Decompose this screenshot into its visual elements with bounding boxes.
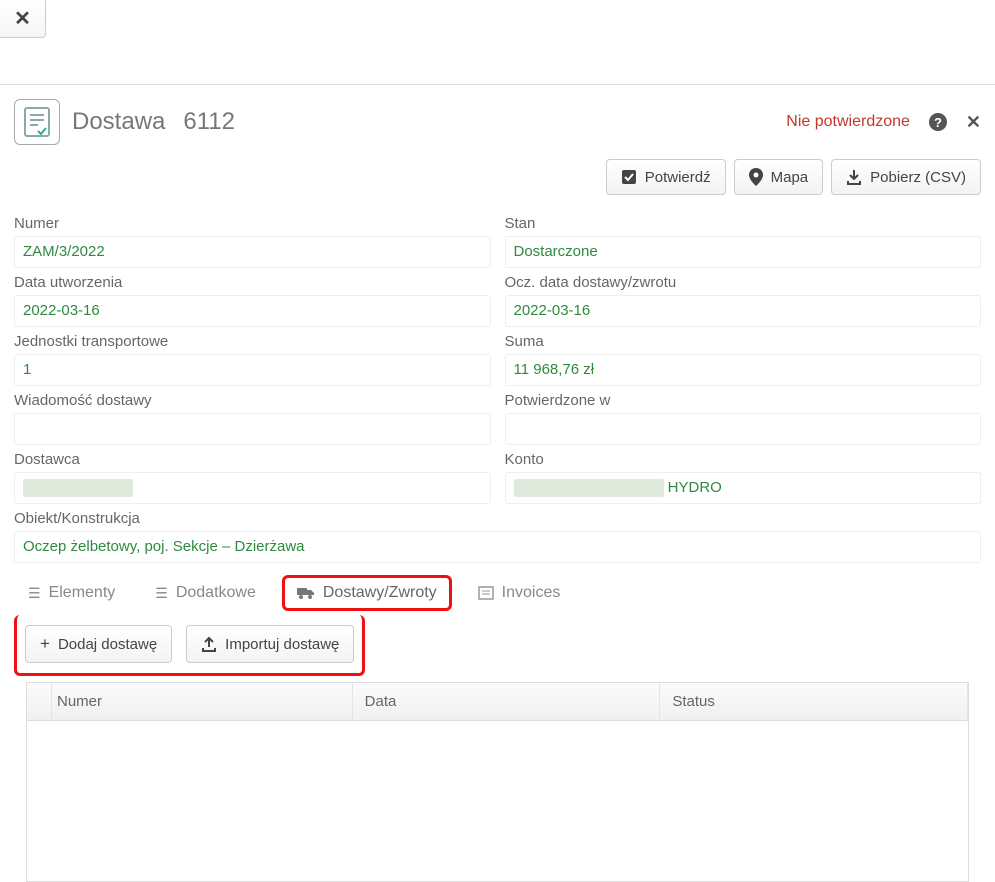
map-button[interactable]: Mapa [734, 159, 824, 195]
check-icon [621, 169, 637, 185]
panel-close-icon[interactable]: ✕ [966, 112, 981, 133]
truck-icon [297, 586, 315, 600]
close-icon: ✕ [14, 6, 31, 31]
confirm-button[interactable]: Potwierdź [606, 159, 726, 195]
page-title: Dostawa [72, 108, 165, 136]
confirm-button-label: Potwierdź [645, 169, 711, 186]
jednostki-label: Jednostki transportowe [14, 329, 491, 354]
map-pin-icon [749, 168, 763, 186]
table-body-empty [27, 721, 968, 881]
obiekt-value[interactable]: Oczep żelbetowy, poj. Sekcje – Dzierżawa [14, 531, 981, 563]
numer-value[interactable]: ZAM/3/2022 [14, 236, 491, 268]
suma-value[interactable]: 11 968,76 zł [505, 354, 982, 386]
delivery-panel: Dostawa 6112 Nie potwierdzone ? ✕ Potwie… [0, 84, 995, 882]
ocz-label: Ocz. data dostawy/zwrotu [505, 270, 982, 295]
tab-invoices-label: Invoices [502, 584, 561, 602]
dostawca-label: Dostawca [14, 447, 491, 472]
add-delivery-button[interactable]: + Dodaj dostawę [25, 625, 172, 663]
window-close-button[interactable]: ✕ [0, 0, 46, 38]
not-confirmed-label: Nie potwierdzone [786, 113, 910, 131]
list-icon: ☰ [28, 585, 41, 602]
deliveries-table: Numer Data Status [26, 682, 969, 882]
list-icon: ☰ [155, 585, 168, 602]
svg-text:?: ? [934, 115, 942, 130]
data-utworzenia-value[interactable]: 2022-03-16 [14, 295, 491, 327]
help-icon[interactable]: ? [928, 112, 948, 132]
download-csv-button[interactable]: Pobierz (CSV) [831, 159, 981, 195]
jednostki-value[interactable]: 1 [14, 354, 491, 386]
redacted-text: . [514, 479, 664, 497]
document-icon [14, 99, 60, 145]
upload-icon [201, 636, 217, 652]
invoice-icon [478, 586, 494, 600]
import-delivery-button[interactable]: Importuj dostawę [186, 625, 354, 663]
tab-elementy-label: Elementy [49, 584, 116, 602]
add-delivery-label: Dodaj dostawę [58, 636, 157, 653]
page-title-number: 6112 [183, 108, 235, 136]
data-utworzenia-label: Data utworzenia [14, 270, 491, 295]
tab-invoices[interactable]: Invoices [464, 576, 575, 610]
table-col-numer[interactable]: Numer [45, 683, 353, 720]
potwierdzone-value[interactable] [505, 413, 982, 445]
plus-icon: + [40, 634, 50, 654]
wiadomosc-value[interactable] [14, 413, 491, 445]
konto-suffix: HYDRO [664, 479, 722, 496]
tab-dodatkowe-label: Dodatkowe [176, 584, 256, 602]
redacted-text: . [23, 479, 133, 497]
tab-dodatkowe[interactable]: ☰ Dodatkowe [141, 576, 270, 610]
table-col-data[interactable]: Data [353, 683, 661, 720]
map-button-label: Mapa [771, 169, 809, 186]
import-delivery-label: Importuj dostawę [225, 636, 339, 653]
ocz-value[interactable]: 2022-03-16 [505, 295, 982, 327]
konto-label: Konto [505, 447, 982, 472]
potwierdzone-label: Potwierdzone w [505, 388, 982, 413]
table-col-status[interactable]: Status [660, 683, 968, 720]
download-icon [846, 169, 862, 185]
tab-dostawy-label: Dostawy/Zwroty [323, 584, 437, 602]
wiadomosc-label: Wiadomość dostawy [14, 388, 491, 413]
stan-value[interactable]: Dostarczone [505, 236, 982, 268]
suma-label: Suma [505, 329, 982, 354]
stan-label: Stan [505, 211, 982, 236]
konto-value[interactable]: . HYDRO [505, 472, 982, 504]
tab-elementy[interactable]: ☰ Elementy [14, 576, 129, 610]
dostawca-value[interactable]: . [14, 472, 491, 504]
download-csv-button-label: Pobierz (CSV) [870, 169, 966, 186]
obiekt-label: Obiekt/Konstrukcja [14, 506, 981, 531]
numer-label: Numer [14, 211, 491, 236]
tab-dostawy-zwroty[interactable]: Dostawy/Zwroty [282, 575, 452, 611]
